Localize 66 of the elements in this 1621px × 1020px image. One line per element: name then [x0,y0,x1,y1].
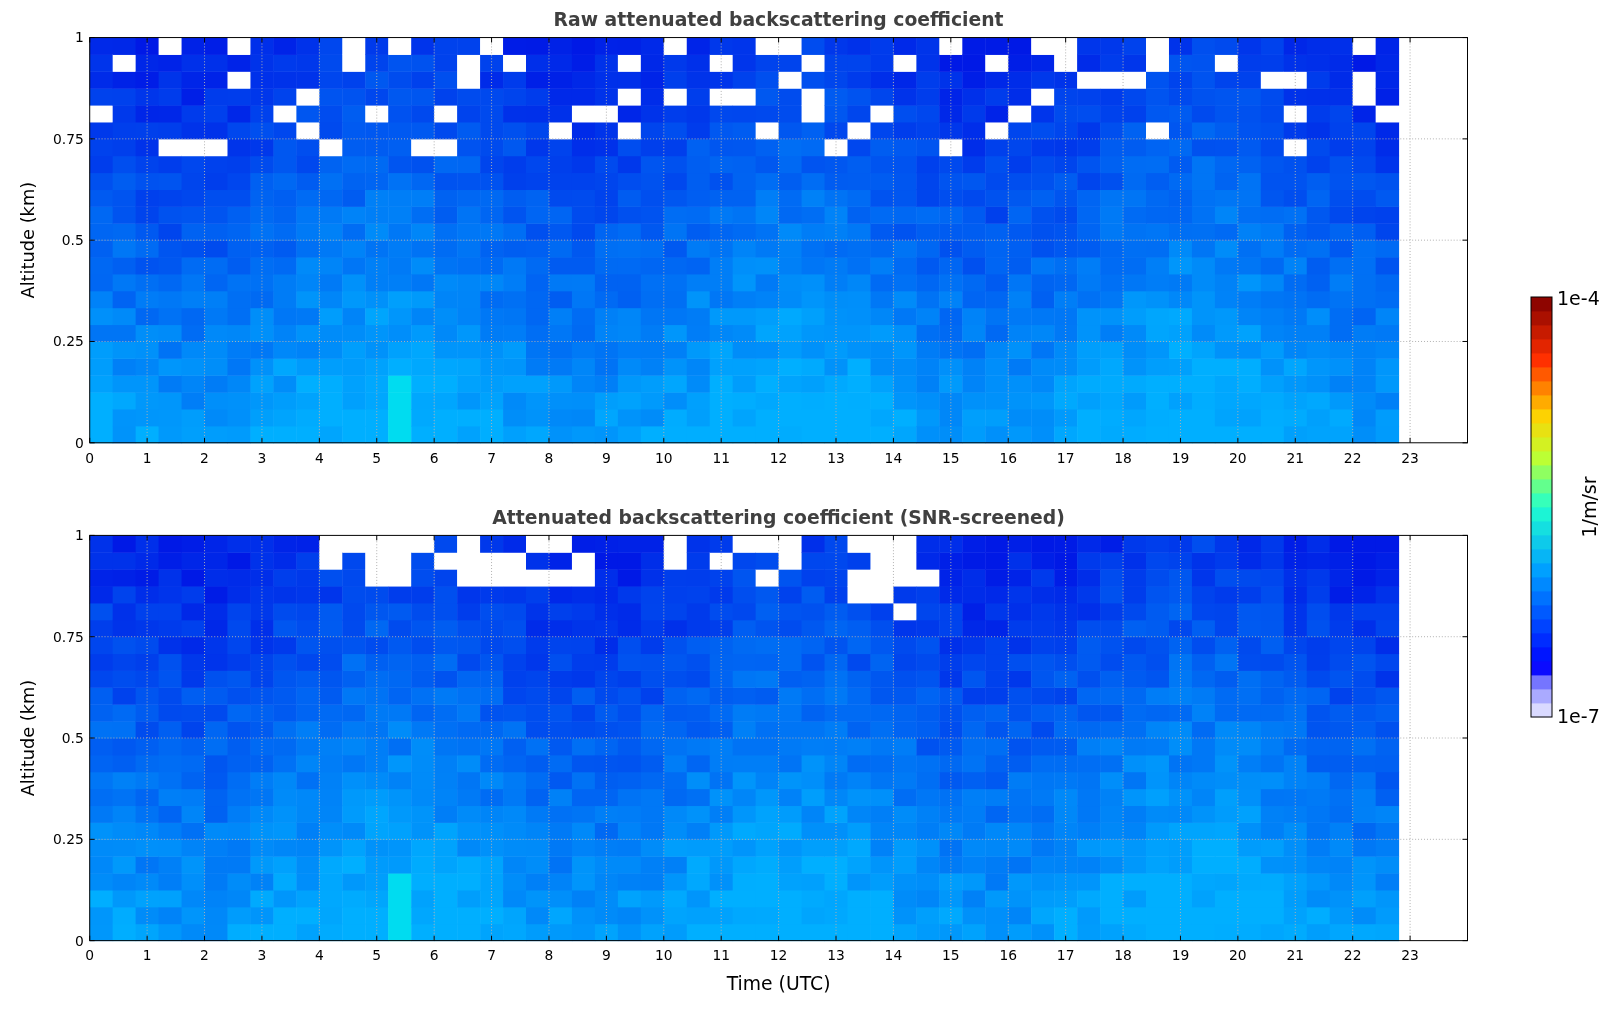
tick-label: 0 [85,449,95,466]
tick-label: 1 [74,527,84,544]
tick-label: 4 [314,947,324,964]
tick-label: 0.25 [53,831,84,848]
tick-label: 0.5 [61,232,84,249]
tick-label: 12 [769,449,788,466]
tick-label: 16 [999,947,1018,964]
tick-label: 15 [942,449,960,466]
axis-label: Altitude (km) [17,680,39,797]
tick-label: 3 [257,449,267,466]
tick-label: 12 [769,947,788,964]
tick-label: 11 [712,947,730,964]
tick-label: 1 [142,449,152,466]
tick-label: 22 [1343,947,1362,964]
tick-label: 1 [142,947,152,964]
tick-label: 21 [1286,947,1305,964]
tick-label: 13 [827,947,845,964]
tick-label: 2 [200,449,209,466]
tick-label: 5 [372,947,382,964]
tick-label: 19 [1171,449,1190,466]
tick-label: 0 [74,434,84,451]
colorbar-label: 1e-4 [1557,287,1600,309]
colorbar-title: 1/m/sr [1578,476,1600,538]
tick-label: 20 [1229,449,1247,466]
tick-label: 15 [942,947,960,964]
tick-label: 0 [85,947,95,964]
tick-label: 7 [487,947,496,964]
panel-title: Raw attenuated backscattering coefficient [553,8,1004,30]
tick-label: 9 [601,947,611,964]
tick-label: 5 [372,449,382,466]
tick-label: 11 [712,449,730,466]
tick-label: 14 [884,449,903,466]
tick-label: 21 [1286,449,1305,466]
tick-label: 23 [1401,449,1419,466]
tick-label: 0.75 [53,628,84,645]
tick-label: 9 [602,449,611,466]
tick-label: 19 [1171,947,1190,964]
axis-label: Altitude (km) [17,181,39,299]
tick-label: 2 [200,947,209,964]
tick-label: 6 [429,449,439,466]
tick-label: 0.75 [53,130,84,147]
tick-label: 18 [1114,449,1132,466]
tick-label: 17 [1056,449,1075,466]
tick-label: 17 [1056,947,1075,964]
tick-label: 0.25 [53,333,84,350]
tick-label: 10 [655,449,673,466]
tick-label: 4 [314,449,324,466]
tick-label: 20 [1229,947,1247,964]
axis-label: Time (UTC) [726,973,831,995]
tick-label: 7 [487,449,496,466]
tick-label: 8 [544,449,554,466]
tick-label: 6 [429,947,439,964]
tick-label: 3 [257,947,267,964]
tick-label: 0 [74,932,84,949]
tick-label: 1 [74,29,84,46]
tick-label: 22 [1343,449,1362,466]
tick-label: 14 [884,947,903,964]
tick-label: 23 [1401,947,1419,964]
tick-label: 0.5 [61,730,84,747]
tick-label: 18 [1114,947,1132,964]
colorbar-label: 1e-7 [1557,705,1600,727]
tick-label: 8 [544,947,554,964]
tick-label: 16 [999,449,1018,466]
panel-title: Attenuated backscattering coefficient (SNR-screened) [492,506,1065,528]
tick-label: 10 [655,947,673,964]
tick-label: 13 [827,449,845,466]
